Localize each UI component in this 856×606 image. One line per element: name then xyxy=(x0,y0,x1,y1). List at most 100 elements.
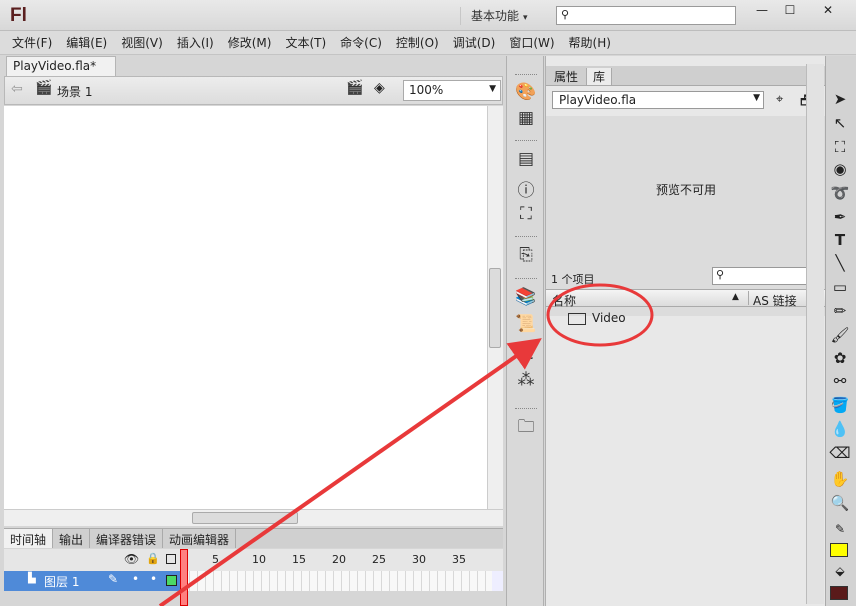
menu-help[interactable]: 帮助(H) xyxy=(569,34,611,51)
menu-text[interactable]: 文本(T) xyxy=(285,34,326,51)
stroke-color-icon: ✎ xyxy=(834,522,846,536)
text-tool-icon[interactable]: T xyxy=(828,231,852,252)
close-button[interactable]: ✕ xyxy=(806,2,850,20)
hand-tool-icon[interactable]: ✋ xyxy=(828,470,852,491)
search-icon: ⚲ xyxy=(716,268,725,281)
project-panel-icon[interactable]: 🗀 xyxy=(514,414,538,437)
layer-label[interactable]: ▙ 图层 1 ✎ • • xyxy=(4,571,180,591)
menu-debug[interactable]: 调试(D) xyxy=(453,34,496,51)
column-name[interactable]: 名称 xyxy=(552,292,576,309)
panel-scrollbar[interactable] xyxy=(806,64,824,604)
eraser-tool-icon[interactable]: ⌫ xyxy=(828,444,852,465)
horizontal-scroll-thumb[interactable] xyxy=(192,512,298,524)
frame-number: 30 xyxy=(412,553,426,566)
grip xyxy=(515,408,537,411)
frame-number: 10 xyxy=(252,553,266,566)
paint-bucket-icon[interactable]: 🪣 xyxy=(828,396,852,417)
playhead[interactable] xyxy=(180,549,188,606)
layer-row[interactable]: ▙ 图层 1 ✎ • • xyxy=(4,571,503,591)
3d-rotation-icon[interactable]: ◉ xyxy=(828,160,852,181)
edit-bar: ⇦ 🎬 场景 1 🎬 ◈ 100% ▼ xyxy=(4,76,503,105)
menu-insert[interactable]: 插入(I) xyxy=(177,34,214,51)
vertical-scrollbar[interactable] xyxy=(487,106,503,509)
components-icon[interactable]: ⬚ xyxy=(514,342,538,364)
bone-tool-icon[interactable]: ⚯ xyxy=(828,372,852,393)
visible-dot-icon[interactable]: • xyxy=(132,572,139,586)
library-item[interactable]: Video xyxy=(568,311,626,325)
minimize-button[interactable]: — xyxy=(748,2,776,20)
edit-symbol-icon[interactable]: ◈ xyxy=(374,80,385,96)
brush-tool-icon[interactable]: 🖌 xyxy=(828,326,852,347)
lock-dot-icon[interactable]: • xyxy=(150,572,157,586)
layer-name: 图层 1 xyxy=(44,575,80,589)
tab-library[interactable]: 库 xyxy=(586,68,613,85)
lasso-icon[interactable]: ➰ xyxy=(828,184,852,205)
workspace-dropdown[interactable]: 基本功能 ▾ xyxy=(460,7,546,25)
help-search-input[interactable]: ⚲ xyxy=(556,6,736,25)
search-icon: ⚲ xyxy=(561,8,570,21)
maximize-button[interactable]: ☐ xyxy=(776,2,804,20)
back-arrow-icon[interactable]: ⇦ xyxy=(11,81,23,97)
line-tool-icon[interactable]: ╲ xyxy=(828,254,852,275)
document-tab[interactable]: PlayVideo.fla* ✕ xyxy=(6,56,116,87)
free-transform-icon[interactable]: ⛶ xyxy=(828,138,852,159)
code-snippets-icon[interactable]: ⎘ xyxy=(514,245,538,267)
tab-properties[interactable]: 属性 xyxy=(548,68,584,85)
stage-canvas[interactable] xyxy=(4,106,487,509)
eye-icon[interactable]: 👁 xyxy=(124,552,139,566)
tools-panel: ➤ ↖ ⛶ ◉ ➰ ✒ T ╲ ▭ ✏ 🖌 ✿ ⚯ 🪣 💧 ⌫ ✋ 🔍 ✎ ⬙ xyxy=(825,56,856,606)
menu-control[interactable]: 控制(O) xyxy=(396,34,439,51)
menu-modify[interactable]: 修改(M) xyxy=(228,34,272,51)
selection-tool-icon[interactable]: ➤ xyxy=(828,90,852,111)
motion-presets-icon[interactable]: ⁂ xyxy=(514,370,538,392)
align-icon[interactable]: ▤ xyxy=(514,149,538,171)
edit-scene-icon[interactable]: 🎬 xyxy=(346,80,363,96)
actions-script-icon[interactable]: 📜 xyxy=(514,314,538,336)
zoom-value: 100% xyxy=(409,83,444,97)
menu-file[interactable]: 文件(F) xyxy=(12,34,52,51)
tab-motion-editor[interactable]: 动画编辑器 xyxy=(163,529,237,548)
chevron-down-icon: ▾ xyxy=(523,13,528,23)
stroke-color-swatch[interactable] xyxy=(830,543,848,557)
library-books-icon[interactable]: 📚 xyxy=(514,287,538,309)
library-document-name: PlayVideo.fla xyxy=(559,93,637,107)
fill-color-swatch[interactable] xyxy=(830,586,848,600)
tab-output[interactable]: 输出 xyxy=(53,529,91,548)
subselection-tool-icon[interactable]: ↖ xyxy=(828,114,852,135)
outline-icon[interactable] xyxy=(166,554,176,564)
chevron-down-icon: ▼ xyxy=(753,93,760,103)
menu-window[interactable]: 窗口(W) xyxy=(509,34,554,51)
deco-tool-icon[interactable]: ✿ xyxy=(828,349,852,370)
lock-icon[interactable]: 🔒 xyxy=(146,552,160,565)
pen-tool-icon[interactable]: ✒ xyxy=(828,208,852,229)
horizontal-scrollbar[interactable] xyxy=(4,509,503,526)
tab-timeline[interactable]: 时间轴 xyxy=(4,529,54,548)
menu-view[interactable]: 视图(V) xyxy=(121,34,163,51)
library-document-select[interactable]: PlayVideo.fla ▼ xyxy=(552,91,764,109)
pin-library-icon[interactable]: ⌖ xyxy=(776,92,783,107)
grip xyxy=(515,278,537,281)
rectangle-tool-icon[interactable]: ▭ xyxy=(828,278,852,299)
timeline-tabs: 时间轴 输出 编译器错误 动画编辑器 xyxy=(4,528,503,548)
menu-edit[interactable]: 编辑(E) xyxy=(66,34,107,51)
color-palette-icon[interactable]: 🎨 xyxy=(514,82,538,104)
frame-number: 15 xyxy=(292,553,306,566)
frame-grid[interactable] xyxy=(182,571,492,591)
swatches-grid-icon[interactable]: ▦ xyxy=(514,108,538,130)
tab-compiler-errors[interactable]: 编译器错误 xyxy=(90,529,164,548)
info-icon[interactable]: ⓘ xyxy=(514,176,538,201)
menu-commands[interactable]: 命令(C) xyxy=(340,34,382,51)
pencil-tool-icon[interactable]: ✏ xyxy=(828,302,852,323)
frame-number: 35 xyxy=(452,553,466,566)
zoom-tool-icon[interactable]: 🔍 xyxy=(828,494,852,515)
grip xyxy=(515,74,537,77)
preview-unavailable-text: 预览不可用 xyxy=(655,183,716,197)
zoom-select[interactable]: 100% ▼ xyxy=(403,80,501,101)
library-search-input[interactable]: ⚲ xyxy=(712,267,820,285)
sort-arrow-icon[interactable]: ▲ xyxy=(732,292,739,302)
column-as-linkage[interactable]: AS 链接 xyxy=(753,292,797,309)
layer-color-swatch[interactable] xyxy=(166,575,177,586)
vertical-scroll-thumb[interactable] xyxy=(489,268,501,348)
eyedropper-icon[interactable]: 💧 xyxy=(828,420,852,441)
transform-icon[interactable]: ⛶ xyxy=(514,204,538,226)
